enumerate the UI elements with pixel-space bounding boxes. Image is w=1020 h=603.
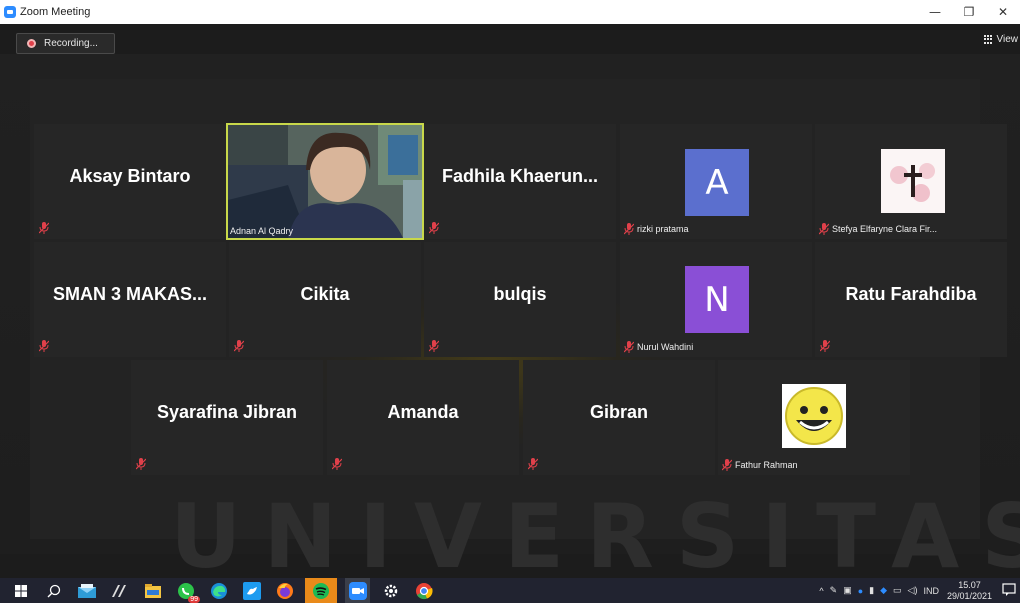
chrome-icon[interactable] (411, 578, 436, 603)
muted-mic-icon (429, 340, 439, 352)
battery-icon[interactable]: ▭ (893, 585, 902, 596)
zoom-icon[interactable] (345, 578, 370, 603)
participant-tile[interactable]: Cikita (229, 242, 421, 357)
window-titlebar: Zoom Meeting — ❐ ✕ (0, 0, 1020, 24)
pen-icon[interactable]: ✎ (830, 585, 838, 596)
participant-video-tile[interactable]: Adnan Al Qadry (226, 123, 424, 240)
edge-icon[interactable] (206, 578, 231, 603)
close-button[interactable]: ✕ (986, 0, 1020, 24)
participant-tile[interactable]: N Nurul Wahdini (620, 242, 812, 357)
participant-tile[interactable]: Ratu Farahdiba (815, 242, 1007, 357)
participant-name: Aksay Bintaro (69, 166, 191, 186)
view-label: View (996, 34, 1019, 45)
muted-mic-icon (819, 223, 829, 235)
participant-tile[interactable]: Syarafina Jibran (131, 360, 323, 475)
participant-name-label: Nurul Wahdini (624, 341, 693, 353)
view-button[interactable]: View (983, 34, 1019, 45)
participant-name-label: Adnan Al Qadry (230, 226, 294, 236)
muted-mic-icon (624, 341, 634, 353)
recording-indicator[interactable]: Recording... (16, 33, 115, 54)
participant-tile[interactable]: Gibran (523, 360, 715, 475)
participant-tile[interactable]: SMAN 3 MAKAS... (34, 242, 226, 357)
participant-name: Stefya Elfaryne Clara Fir... (832, 224, 938, 234)
muted-mic-icon (820, 340, 830, 352)
muted-mic-icon (39, 340, 49, 352)
participant-name: rizki pratama (637, 224, 689, 234)
language-indicator[interactable]: IND (923, 586, 939, 596)
grid-icon (983, 35, 994, 44)
windows-taskbar: 99 ^ ✎ ▣ ● ▮ ◆ ▭ ◁) IND 15.07 29/01/2021 (0, 578, 1020, 603)
zoom-app-icon (4, 6, 16, 18)
whatsapp-icon[interactable]: 99 (173, 578, 200, 603)
participant-tile[interactable]: Aksay Bintaro (34, 124, 226, 239)
participant-tile[interactable]: A rizki pratama (620, 124, 812, 239)
participant-name: Fathur Rahman (735, 460, 798, 470)
meeting-stage: UNIVERSITAS Recording... View Aksay Bint… (0, 24, 1020, 578)
minimize-button[interactable]: — (918, 0, 952, 24)
participant-tile[interactable]: Amanda (327, 360, 519, 475)
cross-flower-icon (881, 149, 945, 213)
whatsapp-badge: 99 (188, 596, 200, 603)
clock-time: 15.07 (958, 579, 981, 590)
muted-mic-icon (332, 458, 342, 470)
muted-mic-icon (39, 222, 49, 234)
muted-mic-icon (234, 340, 244, 352)
participant-name: Fadhila Khaerun... (441, 166, 599, 186)
bluetooth-icon[interactable]: ◆ (880, 585, 887, 596)
pen-app-icon[interactable] (107, 578, 132, 603)
settings-icon[interactable] (378, 578, 403, 603)
participant-name-label: Stefya Elfaryne Clara Fir... (819, 223, 937, 235)
background-watermark: UNIVERSITAS (170, 485, 1020, 578)
notification-icon[interactable] (1002, 583, 1016, 597)
clock-date: 29/01/2021 (946, 590, 992, 601)
recording-label: Recording... (44, 38, 98, 49)
volume-icon[interactable]: ◁) (908, 585, 918, 596)
participant-tile[interactable]: Fathur Rahman (718, 360, 910, 475)
muted-mic-icon (429, 222, 439, 234)
muted-mic-icon (528, 458, 538, 470)
search-icon[interactable] (41, 578, 66, 603)
windows-start-icon[interactable] (8, 578, 33, 603)
participant-video-feed (228, 125, 422, 238)
twitter-icon[interactable] (239, 578, 264, 603)
muted-mic-icon (722, 459, 732, 471)
touch-keyboard-icon[interactable]: ▣ (843, 585, 852, 596)
muted-mic-icon (624, 223, 634, 235)
chevron-up-icon[interactable]: ^ (819, 586, 823, 596)
participant-name-label: Fathur Rahman (722, 459, 798, 471)
zoom-tray-icon[interactable]: ● (858, 586, 863, 596)
participant-name-label: rizki pratama (624, 223, 689, 235)
firefox-icon[interactable] (272, 578, 297, 603)
system-tray: ^ ✎ ▣ ● ▮ ◆ ▭ ◁) IND 15.07 29/01/2021 (813, 578, 992, 603)
participant-name: SMAN 3 MAKAS... (52, 284, 207, 304)
mail-icon[interactable] (74, 578, 99, 603)
participant-name: Syarafina Jibran (156, 402, 298, 422)
participant-avatar: A (685, 149, 749, 216)
participant-name: Nurul Wahdini (637, 342, 694, 352)
participant-name: Gibran (589, 402, 648, 422)
participant-name: bulqis (493, 284, 547, 304)
participant-avatar: N (685, 266, 749, 333)
participant-tile[interactable]: Stefya Elfaryne Clara Fir... (815, 124, 1007, 239)
participant-name: Cikita (300, 284, 350, 304)
file-explorer-icon[interactable] (140, 578, 165, 603)
taskbar-clock[interactable]: 15.07 29/01/2021 (947, 580, 992, 602)
microphone-icon[interactable]: ▮ (869, 585, 874, 596)
spotify-icon[interactable] (305, 578, 337, 603)
record-icon (27, 39, 36, 48)
window-title: Zoom Meeting (20, 6, 91, 18)
participant-tile[interactable]: bulqis (424, 242, 616, 357)
participant-tile[interactable]: Fadhila Khaerun... (424, 124, 616, 239)
participant-name: Amanda (387, 402, 459, 422)
muted-mic-icon (136, 458, 146, 470)
window-controls: — ❐ ✕ (918, 0, 1020, 24)
participant-name: Ratu Farahdiba (845, 284, 977, 304)
restore-button[interactable]: ❐ (952, 0, 986, 24)
smiley-face-icon (782, 384, 846, 448)
